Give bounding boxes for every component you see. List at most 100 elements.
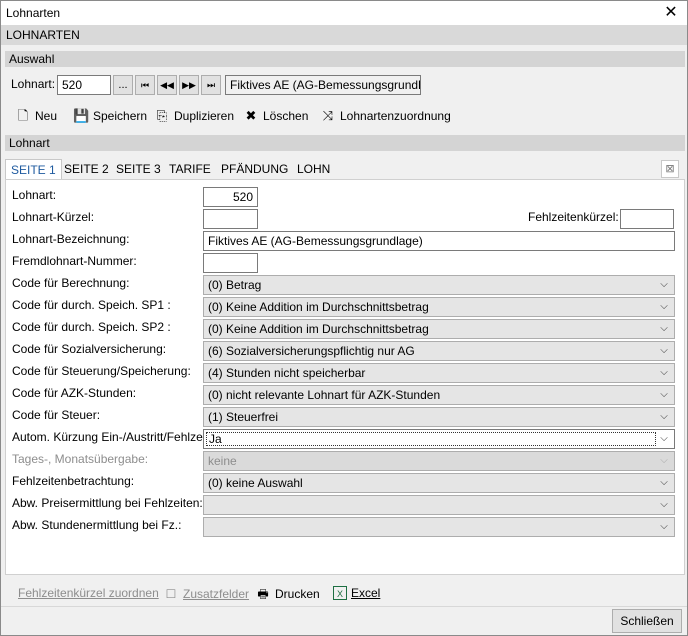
tab-pfaendung[interactable]: PFÄNDUNG <box>216 159 293 179</box>
combo-value: (0) nicht relevante Lohnart für AZK-Stun… <box>208 388 441 402</box>
chevron-down-icon: ⌵ <box>660 279 668 290</box>
fehlzeitenkuerzel-zuordnen-label: Fehlzeitenkürzel zuordnen <box>18 586 159 600</box>
fehlzeitenkuerzel-input[interactable] <box>620 209 674 229</box>
fehlzeitenbetrachtung-select[interactable]: (0) keine Auswahl ⌵ <box>203 473 675 493</box>
first-record-icon: ⏮ <box>140 80 150 90</box>
title-bar: Lohnarten ✕ <box>1 1 687 25</box>
fremdlohnart-input[interactable] <box>203 253 258 273</box>
combo-label: Tages-, Monatsübergabe: <box>12 452 149 466</box>
autom-kuerzung-select[interactable]: Ja ⌵ <box>203 429 675 449</box>
combo-label: Code für Sozialversicherung: <box>12 342 167 356</box>
zusatzfelder-button[interactable]: ☐ Zusatzfelder <box>163 586 249 602</box>
combo-value: (0) Keine Addition im Durchschnittsbetra… <box>208 300 429 314</box>
printer-icon: 🖶 <box>257 587 269 601</box>
print-button[interactable]: 🖶 Drucken <box>255 586 320 602</box>
save-button[interactable]: 💾 Speichern <box>73 107 147 125</box>
code-azk-select[interactable]: (0) nicht relevante Lohnart für AZK-Stun… <box>203 385 675 405</box>
print-label: Drucken <box>275 587 320 601</box>
auswahl-lohnart-label: Lohnart: <box>11 77 56 91</box>
code-sozialversicherung-select[interactable]: (6) Sozialversicherungspflichtig nur AG ⌵ <box>203 341 675 361</box>
window-title: Lohnarten <box>6 6 61 20</box>
chevron-down-icon: ⌵ <box>660 389 668 400</box>
lohnartenzuordnung-label: Lohnartenzuordnung <box>340 109 451 123</box>
tab-lohn[interactable]: LOHN <box>292 159 335 179</box>
save-label: Speichern <box>93 109 148 123</box>
window-header: LOHNARTEN <box>1 25 687 45</box>
combo-label: Abw. Stundenermittlung bei Fz.: <box>12 518 182 532</box>
code-steuerung-select[interactable]: (4) Stunden nicht speicherbar ⌵ <box>203 363 675 383</box>
code-speich-sp1-select[interactable]: (0) Keine Addition im Durchschnittsbetra… <box>203 297 675 317</box>
browse-button[interactable]: ... <box>113 75 133 95</box>
combo-label: Code für Berechnung: <box>12 276 130 290</box>
duplicate-label: Duplizieren <box>174 109 235 123</box>
chevron-down-icon: ⌵ <box>660 323 668 334</box>
combo-label: Code für AZK-Stunden: <box>12 386 137 400</box>
tages-monatsuebergabe-select: keine ⌵ <box>203 451 675 471</box>
kuerzel-label: Lohnart-Kürzel: <box>12 210 95 224</box>
lohnartenzuordnung-button[interactable]: ⤨ Lohnartenzuordnung <box>320 107 451 125</box>
combo-value: (0) Betrag <box>208 278 262 292</box>
duplicate-icon: ⎘ <box>156 108 168 123</box>
delete-button[interactable]: ✖ Löschen <box>243 107 309 125</box>
combo-value: (0) keine Auswahl <box>208 476 303 490</box>
close-button[interactable]: Schließen <box>612 609 682 633</box>
combo-label: Autom. Kürzung Ein-/Austritt/Fehlzeit: <box>12 430 213 444</box>
shuffle-icon: ⤨ <box>322 108 334 123</box>
delete-icon: ✖ <box>245 108 257 123</box>
zusatzfelder-icon: ☐ <box>165 587 177 601</box>
tab-seite-2[interactable]: SEITE 2 <box>59 159 114 179</box>
fremdlohnart-label: Fremdlohnart-Nummer: <box>12 254 137 268</box>
tab-tarife[interactable]: TARIFE <box>164 159 216 179</box>
close-icon[interactable]: ✕ <box>661 3 681 23</box>
lohnart-input[interactable]: 520 <box>203 187 258 207</box>
excel-button[interactable]: X Excel <box>333 586 380 600</box>
chevron-down-icon: ⌵ <box>660 301 668 312</box>
combo-value: keine <box>208 454 237 468</box>
tab-seite-1[interactable]: SEITE 1 <box>5 159 62 179</box>
bezeichnung-input[interactable]: Fiktives AE (AG-Bemessungsgrundlage) <box>203 231 675 251</box>
chevron-down-icon: ⌵ <box>660 477 668 488</box>
fehlzeitenkuerzel-zuordnen-button[interactable]: Fehlzeitenkürzel zuordnen <box>18 586 159 600</box>
save-icon: 💾 <box>73 108 90 123</box>
next-record-icon: ▶▶ <box>182 80 196 90</box>
delete-label: Löschen <box>263 109 309 123</box>
code-speich-sp2-select[interactable]: (0) Keine Addition im Durchschnittsbetra… <box>203 319 675 339</box>
chevron-down-icon: ⌵ <box>660 433 668 444</box>
combo-label: Abw. Preisermittlung bei Fehlzeiten: <box>12 496 203 510</box>
combo-label: Code für Steuer: <box>12 408 101 422</box>
chevron-down-icon: ⌵ <box>660 499 668 510</box>
window-header-label: LOHNARTEN <box>6 28 80 42</box>
lohnarten-window: Lohnarten ✕ LOHNARTEN Auswahl Lohnart: 5… <box>0 0 688 636</box>
combo-value: (4) Stunden nicht speicherbar <box>208 366 366 380</box>
kuerzel-input[interactable] <box>203 209 258 229</box>
code-steuer-select[interactable]: (1) Steuerfrei ⌵ <box>203 407 675 427</box>
nav-last-button[interactable]: ⏭ <box>201 75 221 95</box>
code-berechnung-select[interactable]: (0) Betrag ⌵ <box>203 275 675 295</box>
footer-divider <box>1 606 687 607</box>
combo-label: Code für durch. Speich. SP2 : <box>12 320 171 334</box>
abw-stundenermittlung-select[interactable]: ⌵ <box>203 517 675 537</box>
tab-strip: SEITE 1 SEITE 2 SEITE 3 TARIFE PFÄNDUNG … <box>5 159 685 179</box>
new-document-icon: 🗋 <box>17 108 29 123</box>
chevron-down-icon: ⌵ <box>660 521 668 532</box>
tab-close-icon[interactable]: ⊠ <box>661 160 679 178</box>
nav-first-button[interactable]: ⏮ <box>135 75 155 95</box>
lohnart-section-title: Lohnart <box>5 135 685 151</box>
nav-prev-button[interactable]: ◀◀ <box>157 75 177 95</box>
abw-preisermittlung-select[interactable]: ⌵ <box>203 495 675 515</box>
tab-seite-3[interactable]: SEITE 3 <box>111 159 166 179</box>
duplicate-button[interactable]: ⎘ Duplizieren <box>154 107 234 125</box>
chevron-down-icon: ⌵ <box>660 367 668 378</box>
selected-lohnart-name: Fiktives AE (AG-Bemessungsgrundlage) <box>225 75 421 95</box>
zusatzfelder-label: Zusatzfelder <box>183 587 250 601</box>
new-button[interactable]: 🗋 Neu <box>15 107 57 125</box>
excel-icon: X <box>333 586 347 600</box>
chevron-down-icon: ⌵ <box>660 411 668 422</box>
auswahl-section-title: Auswahl <box>5 51 685 67</box>
chevron-down-icon: ⌵ <box>660 455 668 466</box>
nav-next-button[interactable]: ▶▶ <box>179 75 199 95</box>
excel-label: Excel <box>351 586 381 600</box>
new-label: Neu <box>35 109 58 123</box>
bezeichnung-label: Lohnart-Bezeichnung: <box>12 232 130 246</box>
lohnart-number-input[interactable]: 520 <box>57 75 111 95</box>
